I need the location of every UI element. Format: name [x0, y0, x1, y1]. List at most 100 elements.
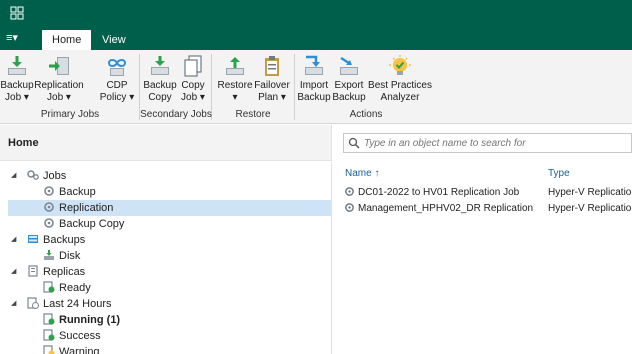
backup-copy-button[interactable]: Backup Copy — [143, 54, 177, 104]
group-secondary-jobs: Secondary Jobs — [140, 109, 212, 120]
tab-view[interactable]: View — [92, 30, 136, 50]
tree-label: Warning — [59, 346, 100, 354]
tree-item-backup[interactable]: Backup — [43, 184, 96, 200]
job-type-cell: Hyper-V Replication — [548, 203, 632, 214]
expand-caret-icon[interactable]: ◢ — [11, 267, 16, 275]
replicas-icon — [28, 265, 38, 277]
job-name: DC01-2022 to HV01 Replication Job — [358, 187, 520, 198]
export-backup-icon — [340, 56, 358, 75]
tab-home[interactable]: Home — [42, 30, 92, 50]
title-bar — [0, 0, 632, 26]
object-search-box[interactable] — [343, 133, 632, 153]
failover-plan-label-1: Failover — [254, 80, 290, 91]
backup-job-gear-icon — [44, 186, 54, 196]
running-icon — [43, 313, 55, 325]
import-backup-label-2: Backup — [297, 92, 331, 103]
tree-label: Disk — [59, 250, 81, 262]
cdp-policy-button[interactable]: CDP Policy ▾ — [96, 54, 138, 104]
best-practices-label-1: Best Practices — [368, 80, 432, 91]
failover-plan-label-2: Plan ▾ — [258, 92, 286, 103]
ribbon: Backup Job ▾ Replication Job ▾ CDP Polic… — [0, 50, 632, 124]
tree-item-success[interactable]: Success — [43, 328, 101, 344]
group-primary-jobs: Primary Jobs — [40, 109, 100, 120]
cdp-infinity-icon — [107, 59, 127, 76]
table-row[interactable]: DC01-2022 to HV01 Replication Job — [344, 186, 519, 200]
tree-label: Backups — [43, 234, 86, 246]
tree-item-backup-copy[interactable]: Backup Copy — [43, 216, 124, 232]
gears-icon — [27, 170, 39, 180]
expand-caret-icon[interactable]: ◢ — [11, 235, 16, 243]
export-backup-button[interactable]: Export Backup — [331, 54, 367, 104]
navigation-pane-title: Home — [8, 137, 39, 149]
backup-job-label-1: Backup — [0, 80, 34, 91]
table-row[interactable]: Management_HPHV02_DR Replication — [344, 202, 533, 216]
backup-job-button[interactable]: Backup Job ▾ — [0, 54, 34, 104]
tree-label: Ready — [59, 282, 91, 294]
group-actions: Actions — [349, 109, 383, 120]
tree-label: Replication — [59, 202, 114, 214]
backup-copy-gear-icon — [44, 218, 54, 228]
success-icon — [43, 329, 55, 341]
backup-job-label-2: Job ▾ — [5, 92, 29, 103]
search-icon — [348, 137, 360, 149]
history-icon — [27, 297, 39, 309]
backup-job-icon — [8, 56, 26, 75]
restore-icon — [226, 57, 244, 75]
tree-item-jobs[interactable]: Jobs — [27, 168, 66, 184]
tree-label: Replicas — [43, 266, 86, 278]
cdp-policy-label-1: CDP — [106, 80, 128, 91]
tree-item-last-24-hours[interactable]: Last 24 Hours — [27, 296, 111, 312]
copy-job-label-2: Job ▾ — [181, 92, 205, 103]
warning-icon — [43, 345, 55, 354]
copy-job-icon — [184, 55, 202, 77]
import-backup-icon — [305, 55, 323, 75]
tree-item-backups[interactable]: Backups — [27, 232, 85, 248]
restore-label-1: Restore — [217, 80, 253, 91]
tree-label: Jobs — [43, 170, 67, 182]
content-pane — [333, 125, 632, 354]
tree-label: Running (1) — [59, 314, 121, 326]
replication-job-label-1: Replication — [34, 80, 84, 91]
best-practices-analyzer-button[interactable]: Best Practices Analyzer — [368, 54, 432, 104]
veeam-app-icon — [10, 6, 24, 20]
cdp-policy-label-2: Policy ▾ — [99, 92, 135, 103]
job-type-cell: Hyper-V Replication — [548, 187, 632, 198]
ribbon-separator — [294, 54, 295, 120]
copy-job-label-1: Copy — [181, 80, 205, 91]
tree-item-replication[interactable]: Replication — [43, 200, 113, 216]
tree-item-disk[interactable]: Disk — [43, 248, 80, 264]
backups-icon — [28, 235, 38, 243]
replication-job-button[interactable]: Replication Job ▾ — [34, 54, 84, 104]
tree-label: Backup Copy — [59, 218, 125, 230]
column-header-type[interactable]: Type — [548, 168, 570, 179]
restore-button[interactable]: Restore ▾ — [216, 54, 254, 104]
expand-caret-icon[interactable]: ◢ — [11, 171, 16, 179]
navigation-pane-header: Home — [0, 125, 332, 161]
job-gear-icon — [345, 203, 354, 212]
failover-plan-button[interactable]: Failover Plan ▾ — [254, 54, 290, 104]
main-menu-button[interactable]: ≡▾ — [6, 30, 32, 46]
copy-job-button[interactable]: Copy Job ▾ — [178, 54, 208, 104]
best-practices-label-2: Analyzer — [380, 92, 420, 103]
job-gear-icon — [345, 187, 354, 196]
column-header-name[interactable]: Name ↑ — [345, 168, 379, 179]
backup-copy-label-1: Backup — [143, 80, 177, 91]
import-backup-button[interactable]: Import Backup — [297, 54, 331, 104]
backup-copy-icon — [151, 56, 169, 75]
tree-item-ready[interactable]: Ready — [43, 280, 91, 296]
expand-caret-icon[interactable]: ◢ — [11, 299, 16, 307]
replication-job-icon — [49, 57, 69, 75]
group-restore: Restore — [235, 109, 271, 120]
tree-label: Backup — [59, 186, 96, 198]
tree-item-replicas[interactable]: Replicas — [27, 264, 85, 280]
search-input[interactable] — [364, 136, 624, 150]
tree-item-warning[interactable]: Warning — [43, 344, 100, 354]
disk-icon — [44, 250, 54, 260]
lightbulb-check-icon — [389, 55, 411, 75]
replication-job-label-2: Job ▾ — [47, 92, 71, 103]
restore-label-2: ▾ — [232, 92, 238, 103]
backup-copy-label-2: Copy — [148, 92, 172, 103]
tree-label: Last 24 Hours — [43, 298, 112, 310]
tree-item-running[interactable]: Running (1) — [43, 312, 120, 328]
export-backup-label-2: Backup — [332, 92, 366, 103]
